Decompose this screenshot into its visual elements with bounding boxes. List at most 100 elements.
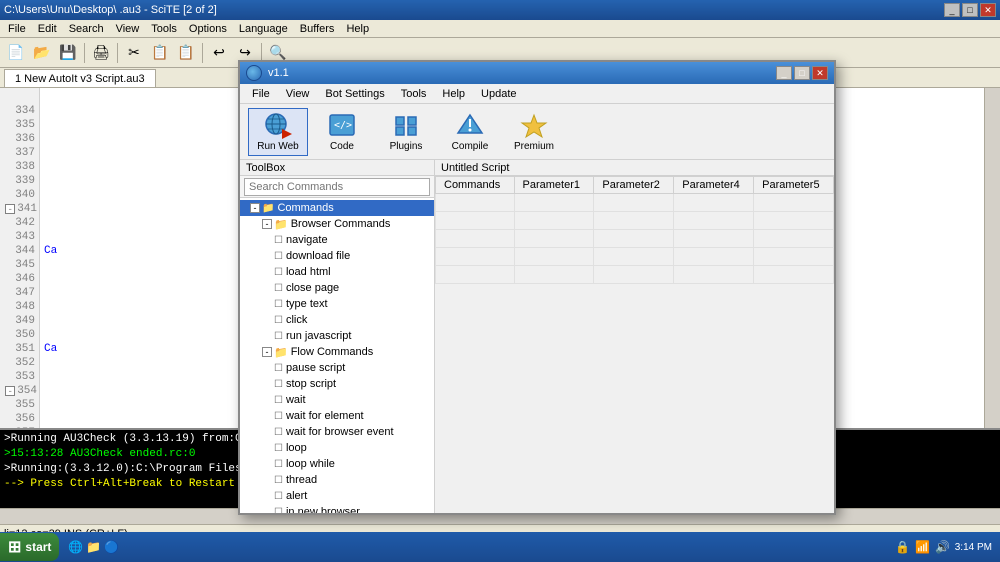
popup-menu-botsettings[interactable]: Bot Settings (317, 86, 392, 102)
tray-icon-security[interactable]: 🔒 (895, 539, 911, 555)
item-icon-click: ☐ (274, 315, 283, 326)
code-button[interactable]: </> Code (312, 108, 372, 156)
popup-menu-file[interactable]: File (244, 86, 278, 102)
menu-edit[interactable]: Edit (32, 22, 63, 36)
menu-options[interactable]: Options (183, 22, 233, 36)
popup-window-controls: _ □ ✕ (776, 66, 828, 80)
tree-item-wait-for-element[interactable]: ☐ wait for element (240, 408, 434, 424)
tree-item-pause-script[interactable]: ☐ pause script (240, 360, 434, 376)
tree-label-type-text: type text (286, 298, 328, 310)
tree-label-stop-script: stop script (286, 378, 336, 390)
quicklaunch-folder[interactable]: 📁 (85, 539, 101, 555)
popup-menu-tools[interactable]: Tools (393, 86, 435, 102)
search-commands-input[interactable] (244, 178, 430, 196)
expand-icon-commands[interactable]: - (250, 203, 260, 213)
menu-buffers[interactable]: Buffers (294, 22, 341, 36)
tree-label-click: click (286, 314, 307, 326)
tree-item-wait-for-browser-event[interactable]: ☐ wait for browser event (240, 424, 434, 440)
tree-label-wait-for-element: wait for element (286, 410, 364, 422)
close-button[interactable]: ✕ (980, 3, 996, 17)
tree-item-thread[interactable]: ☐ thread (240, 472, 434, 488)
undo-button[interactable]: ↩ (207, 41, 231, 65)
item-icon-thread: ☐ (274, 475, 283, 486)
tray-icon-network[interactable]: 📶 (915, 539, 931, 555)
open-button[interactable]: 📂 (30, 41, 54, 65)
fold-marker-341[interactable]: - (5, 204, 15, 214)
popup-minimize-button[interactable]: _ (776, 66, 792, 80)
popup-window: v1.1 _ □ ✕ File View Bot Settings Tools … (238, 60, 836, 515)
popup-close-button[interactable]: ✕ (812, 66, 828, 80)
vertical-scrollbar[interactable] (984, 88, 1000, 428)
print-button[interactable]: 🖨 (89, 41, 113, 65)
tree-item-click[interactable]: ☐ click (240, 312, 434, 328)
item-icon-run-javascript: ☐ (274, 331, 283, 342)
fold-marker-354[interactable]: - (5, 386, 15, 396)
tree-item-stop-script[interactable]: ☐ stop script (240, 376, 434, 392)
col-parameter5: Parameter5 (754, 177, 834, 194)
plugins-button[interactable]: Plugins (376, 108, 436, 156)
search-box (240, 176, 434, 198)
copy-button[interactable]: 📋 (148, 41, 172, 65)
popup-menu-update[interactable]: Update (473, 86, 524, 102)
tree-group-browser[interactable]: - 📁 Browser Commands (240, 216, 434, 232)
cut-button[interactable]: ✂ (122, 41, 146, 65)
item-icon-wait-for-element: ☐ (274, 411, 283, 422)
table-row (436, 266, 834, 284)
tree-item-wait[interactable]: ☐ wait (240, 392, 434, 408)
menu-view[interactable]: View (110, 22, 146, 36)
tray-icon-volume[interactable]: 🔊 (935, 539, 951, 555)
run-web-label: Run Web (257, 141, 299, 152)
menu-tools[interactable]: Tools (145, 22, 183, 36)
popup-menu-view[interactable]: View (278, 86, 318, 102)
popup-app-icon (246, 65, 262, 81)
tree-label-browser-commands: Browser Commands (291, 218, 391, 230)
quicklaunch-app[interactable]: 🔵 (103, 539, 119, 555)
tree-item-close-page[interactable]: ☐ close page (240, 280, 434, 296)
tree-item-load-html[interactable]: ☐ load html (240, 264, 434, 280)
tree-item-in-new-browser[interactable]: ☐ in new browser (240, 504, 434, 513)
tree-item-loop-while[interactable]: ☐ loop while (240, 456, 434, 472)
tree-label-loop-while: loop while (286, 458, 335, 470)
expand-icon-browser[interactable]: - (262, 219, 272, 229)
tree-label-pause-script: pause script (286, 362, 345, 374)
tree-item-navigate[interactable]: ☐ navigate (240, 232, 434, 248)
tab-script[interactable]: 1 New AutoIt v3 Script.au3 (4, 69, 156, 87)
line-numbers: 334 335 336 337 338 339 340 -341 342 343… (0, 88, 40, 428)
item-icon-stop-script: ☐ (274, 379, 283, 390)
save-button[interactable]: 💾 (56, 41, 80, 65)
tree-item-type-text[interactable]: ☐ type text (240, 296, 434, 312)
tree-item-alert[interactable]: ☐ alert (240, 488, 434, 504)
menu-search[interactable]: Search (63, 22, 110, 36)
premium-button[interactable]: Premium (504, 108, 564, 156)
run-web-button[interactable]: Run Web (248, 108, 308, 156)
popup-toolbar: Run Web </> Code (240, 104, 834, 160)
scite-menubar: File Edit Search View Tools Options Lang… (0, 20, 1000, 38)
quicklaunch-ie[interactable]: 🌐 (67, 539, 83, 555)
maximize-button[interactable]: □ (962, 3, 978, 17)
command-tree[interactable]: - 📁 Commands - 📁 Browser Commands ☐ navi… (240, 198, 434, 513)
new-button[interactable]: 📄 (4, 41, 28, 65)
tree-item-run-javascript[interactable]: ☐ run javascript (240, 328, 434, 344)
table-row (436, 248, 834, 266)
popup-maximize-button[interactable]: □ (794, 66, 810, 80)
tree-item-loop[interactable]: ☐ loop (240, 440, 434, 456)
menu-language[interactable]: Language (233, 22, 294, 36)
paste-button[interactable]: 📋 (174, 41, 198, 65)
tree-group-flow[interactable]: - 📁 Flow Commands (240, 344, 434, 360)
expand-icon-flow[interactable]: - (262, 347, 272, 357)
popup-title-bar: v1.1 _ □ ✕ (240, 62, 834, 84)
item-icon-wait-for-browser-event: ☐ (274, 427, 283, 438)
compile-icon (454, 111, 486, 139)
minimize-button[interactable]: _ (944, 3, 960, 17)
toolbox-label: ToolBox (240, 160, 434, 176)
menu-file[interactable]: File (2, 22, 32, 36)
scite-window-controls: _ □ ✕ (944, 3, 996, 17)
compile-button[interactable]: Compile (440, 108, 500, 156)
tree-root-commands[interactable]: - 📁 Commands (240, 200, 434, 216)
popup-menu-help[interactable]: Help (434, 86, 473, 102)
script-grid[interactable]: Commands Parameter1 Parameter2 Parameter… (435, 176, 834, 513)
menu-help[interactable]: Help (340, 22, 375, 36)
start-button[interactable]: ⊞ start (0, 533, 59, 561)
tree-label-flow-commands: Flow Commands (291, 346, 374, 358)
tree-item-download-file[interactable]: ☐ download file (240, 248, 434, 264)
